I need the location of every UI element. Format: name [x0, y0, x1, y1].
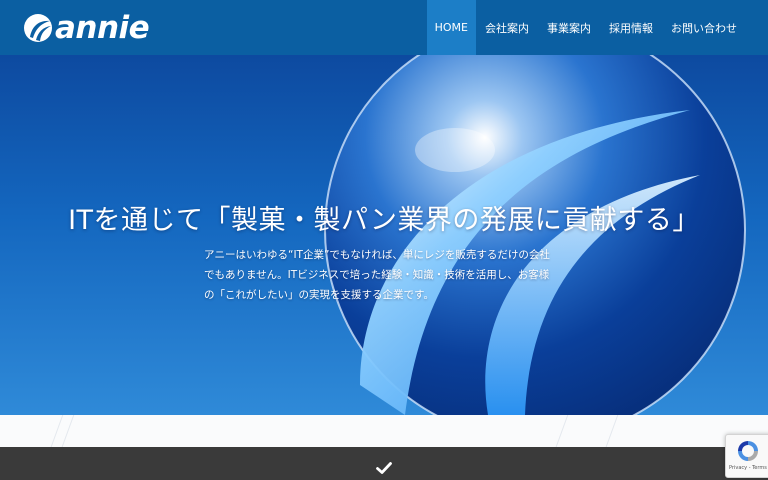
nav-contact[interactable]: お問い合わせ [662, 0, 746, 55]
nav-home[interactable]: HOME [426, 0, 476, 55]
nav-company[interactable]: 会社案内 [476, 0, 538, 55]
hero-description-line: の「これがしたい」の実現を支援する企業です。 [204, 289, 434, 301]
band-divider [602, 415, 619, 447]
logo[interactable]: annie [23, 10, 150, 46]
band-divider [552, 415, 569, 447]
logo-text: annie [55, 10, 150, 46]
hero-description-line: アニーはいわゆる“IT企業”でもなければ、単にレジを販売するだけの会社 [204, 249, 550, 261]
logo-swoosh-icon [24, 14, 52, 42]
hero-title: ITを通じて「製菓・製パン業界の発展に貢献する」 [68, 205, 700, 236]
recaptcha-links[interactable]: Privacy - Terms [729, 465, 767, 471]
content-band [0, 415, 768, 447]
recaptcha-badge[interactable]: Privacy - Terms [725, 434, 768, 478]
hero-description: アニーはいわゆる“IT企業”でもなければ、単にレジを販売するだけの会社 でもあり… [204, 245, 574, 305]
nav-business[interactable]: 事業案内 [538, 0, 600, 55]
nav-recruit[interactable]: 採用情報 [600, 0, 662, 55]
main-nav: HOME 会社案内 事業案内 採用情報 お問い合わせ [426, 0, 746, 55]
band-divider [47, 415, 64, 447]
hero-section: ITを通じて「製菓・製パン業界の発展に貢献する」 アニーはいわゆる“IT企業”で… [0, 55, 768, 415]
hero-description-line: でもありません。ITビジネスで培った経験・知識・技術を活用し、お客様 [204, 269, 550, 281]
recaptcha-icon [738, 441, 758, 461]
site-header: annie HOME 会社案内 事業案内 採用情報 お問い合わせ [0, 0, 768, 55]
check-icon[interactable] [376, 462, 392, 474]
